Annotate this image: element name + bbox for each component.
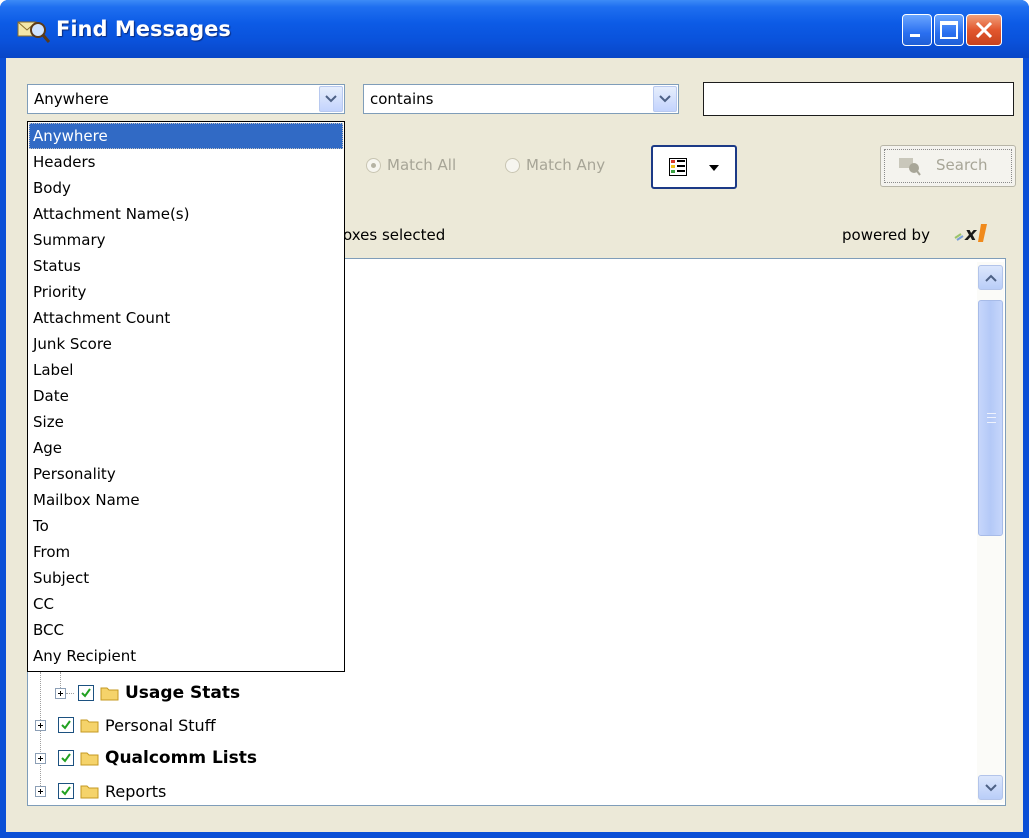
columns-icon xyxy=(669,158,687,176)
dropdown-option[interactable]: Body xyxy=(29,175,343,201)
chevron-down-icon xyxy=(985,784,997,792)
dropdown-option[interactable]: Priority xyxy=(29,279,343,305)
match-all-radio[interactable]: Match All xyxy=(366,156,456,174)
find-messages-window: Find Messages Anywhere contains Match Al… xyxy=(0,0,1029,838)
expand-icon[interactable] xyxy=(35,719,46,731)
dropdown-option[interactable]: CC xyxy=(29,591,343,617)
match-any-radio[interactable]: Match Any xyxy=(505,156,605,174)
tree-item-label: Usage Stats xyxy=(125,683,241,703)
checkbox[interactable] xyxy=(78,685,94,701)
dropdown-option[interactable]: Age xyxy=(29,435,343,461)
dropdown-option[interactable]: Anywhere xyxy=(29,123,343,149)
match-all-label: Match All xyxy=(387,156,457,174)
field-dropdown-list[interactable]: Anywhere Headers Body Attachment Name(s)… xyxy=(27,121,345,672)
dropdown-option[interactable]: Headers xyxy=(29,149,343,175)
search-button[interactable]: Search xyxy=(880,145,1016,187)
dropdown-option[interactable]: Personality xyxy=(29,461,343,487)
tree-scrollbar[interactable] xyxy=(977,262,1004,803)
field-select-value: Anywhere xyxy=(34,90,109,108)
tree-item-label: Qualcomm Lists xyxy=(105,748,257,768)
dropdown-option[interactable]: To xyxy=(29,513,343,539)
dropdown-option[interactable]: Mailbox Name xyxy=(29,487,343,513)
dropdown-option[interactable]: Date xyxy=(29,383,343,409)
grip-icon xyxy=(987,413,996,423)
expand-icon[interactable] xyxy=(35,752,46,764)
folder-icon xyxy=(80,752,99,766)
dropdown-option[interactable]: Label xyxy=(29,357,343,383)
operator-select-value: contains xyxy=(370,90,434,108)
tree-item-label: Reports xyxy=(105,781,167,801)
search-icon xyxy=(899,158,921,176)
expand-icon[interactable] xyxy=(35,785,46,797)
dropdown-option[interactable]: BCC xyxy=(29,617,343,643)
svg-text:x: x xyxy=(964,224,978,245)
dropdown-option[interactable]: Any Recipient xyxy=(29,643,343,669)
chevron-down-icon[interactable] xyxy=(319,86,343,112)
tree-item[interactable]: Usage Stats xyxy=(55,680,240,706)
dropdown-option[interactable]: Subject xyxy=(29,565,343,591)
tree-item[interactable]: Qualcomm Lists xyxy=(35,745,257,771)
radio-dot[interactable] xyxy=(366,157,381,173)
dropdown-arrow-icon xyxy=(709,165,719,171)
checkbox[interactable] xyxy=(58,783,74,799)
tree-guide-line xyxy=(66,693,74,695)
checkbox[interactable] xyxy=(58,750,74,766)
window-bottom-border xyxy=(0,832,1029,838)
tree-item[interactable]: Personal Stuff xyxy=(35,712,216,738)
maximize-button[interactable] xyxy=(934,14,964,46)
chevron-up-icon xyxy=(985,274,997,282)
maximize-icon xyxy=(940,21,958,39)
scroll-down-button[interactable] xyxy=(978,775,1003,800)
dropdown-option[interactable]: Attachment Name(s) xyxy=(29,201,343,227)
dropdown-option[interactable]: From xyxy=(29,539,343,565)
folder-icon xyxy=(80,785,99,799)
field-select[interactable]: Anywhere xyxy=(27,84,345,114)
search-text-input[interactable] xyxy=(703,82,1014,116)
close-icon xyxy=(975,21,993,39)
tree-item-label: Personal Stuff xyxy=(105,715,216,735)
window-title: Find Messages xyxy=(56,17,231,41)
checkbox[interactable] xyxy=(58,717,74,733)
dropdown-option[interactable]: Attachment Count xyxy=(29,305,343,331)
find-messages-icon xyxy=(17,21,50,43)
search-button-label: Search xyxy=(936,156,988,174)
x1-logo-icon: x xyxy=(954,224,987,245)
scroll-thumb[interactable] xyxy=(978,300,1003,536)
dropdown-option[interactable]: Size xyxy=(29,409,343,435)
scroll-up-button[interactable] xyxy=(978,265,1003,290)
radio-dot[interactable] xyxy=(505,157,520,173)
dropdown-option[interactable]: Status xyxy=(29,253,343,279)
folder-icon xyxy=(80,719,99,733)
columns-button[interactable] xyxy=(651,145,737,189)
minimize-icon xyxy=(910,34,920,37)
match-any-label: Match Any xyxy=(526,156,606,174)
folder-icon xyxy=(100,687,119,701)
operator-select[interactable]: contains xyxy=(363,84,679,114)
expand-icon[interactable] xyxy=(55,687,66,699)
chevron-down-icon[interactable] xyxy=(653,86,677,112)
dropdown-option[interactable]: Summary xyxy=(29,227,343,253)
minimize-button[interactable] xyxy=(902,14,932,46)
dropdown-option[interactable]: Junk Score xyxy=(29,331,343,357)
tree-item[interactable]: Reports xyxy=(35,778,166,804)
mailboxes-selected-status: oxes selected xyxy=(343,226,446,244)
powered-by-label: powered by xyxy=(842,226,930,244)
close-button[interactable] xyxy=(966,14,1002,46)
title-bar[interactable]: Find Messages xyxy=(0,0,1029,58)
